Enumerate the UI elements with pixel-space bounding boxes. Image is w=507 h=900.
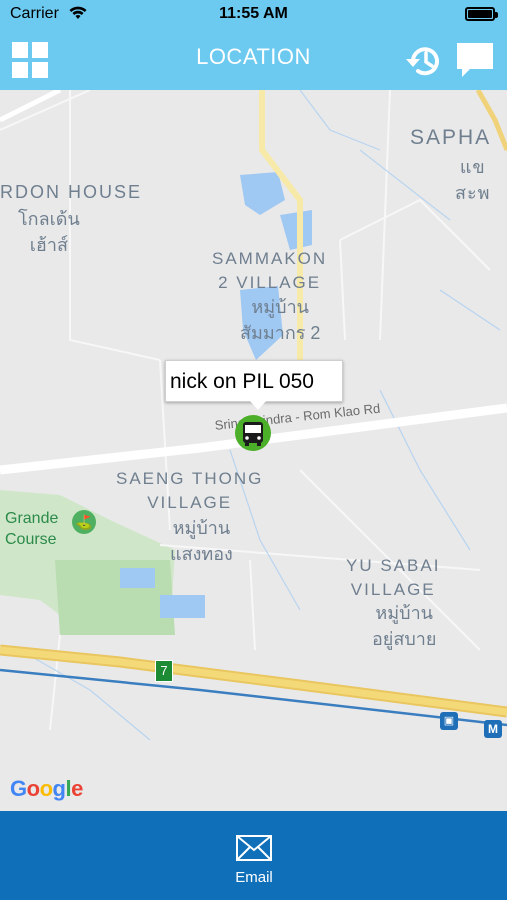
email-label: Email xyxy=(235,869,273,886)
golf-icon: ⛳ xyxy=(72,510,96,534)
route-shield: 7 xyxy=(155,660,173,682)
map-label-garden-house-thai: โกลเด้น เฮ้าส์ xyxy=(18,209,80,255)
metro-icon: M xyxy=(484,720,502,738)
map-label-saphan-thai: แข สะพ xyxy=(455,157,491,203)
map-view[interactable]: SAPHA แข สะพ RDON HOUSE โกลเด้น เฮ้าส์ S… xyxy=(0,90,507,811)
map-label-saeng-thong: SAENG THONG VILLAGE xyxy=(116,469,264,512)
map-label-saphan: SAPHA xyxy=(410,126,492,149)
map-label-saeng-thong-thai: หมู่บ้าน แสงทอง xyxy=(170,518,233,564)
map-label-yu-sabai: YU SABAI VILLAGE xyxy=(346,556,441,599)
marker-callout[interactable]: nick on PIL 050 xyxy=(165,360,343,410)
map-label-yu-sabai-thai: หมู่บ้าน อยู่สบาย xyxy=(372,603,437,649)
bottom-bar: Email xyxy=(0,811,507,900)
chat-icon[interactable] xyxy=(454,40,496,80)
nav-bar: LOCATION xyxy=(0,28,507,90)
history-icon[interactable] xyxy=(404,40,444,80)
google-logo: Google xyxy=(10,776,83,801)
map-label-golf: Grande Course xyxy=(5,510,59,548)
email-button[interactable]: Email xyxy=(213,831,295,891)
envelope-icon xyxy=(236,835,272,861)
map-label-garden-house: RDON HOUSE xyxy=(0,182,143,202)
status-time: 11:55 AM xyxy=(219,5,288,22)
map-label-sammakon: SAMMAKON 2 VILLAGE xyxy=(212,249,328,292)
train-icon: ▣ xyxy=(440,712,458,730)
status-bar: Carrier 11:55 AM xyxy=(0,0,507,28)
map-label-sammakon-thai: หมู่บ้าน สัมมากร 2 xyxy=(240,297,321,343)
battery-icon xyxy=(465,7,498,21)
bus-marker-icon[interactable] xyxy=(235,415,271,451)
